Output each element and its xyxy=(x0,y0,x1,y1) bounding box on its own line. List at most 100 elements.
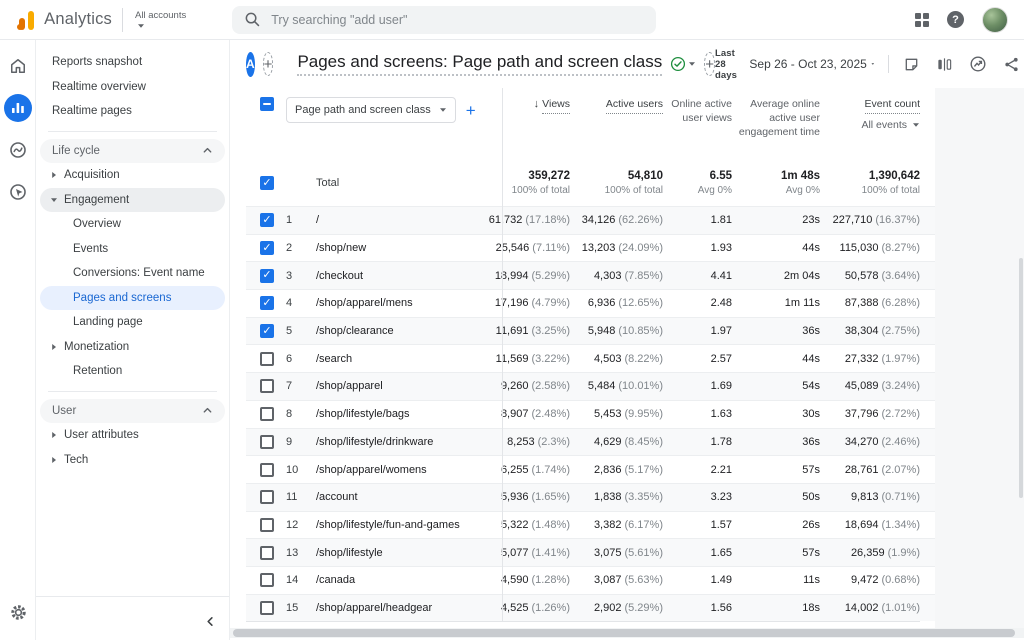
checkbox-cell xyxy=(246,595,286,622)
admin-settings-icon[interactable] xyxy=(4,598,32,626)
explore-icon[interactable] xyxy=(4,136,32,164)
row-checkbox[interactable]: ✓ xyxy=(260,269,274,283)
sidebar-item-engagement[interactable]: Engagement xyxy=(40,188,225,213)
metric-value: 1.97 xyxy=(711,325,732,337)
sidebar-item-user-attributes[interactable]: User attributes xyxy=(40,423,225,448)
sidebar-item-tech[interactable]: Tech xyxy=(40,448,225,473)
online-views-cell: 1.57 xyxy=(663,512,732,539)
add-comparison-button[interactable]: + xyxy=(263,52,274,76)
sidebar-section-user[interactable]: User xyxy=(40,399,225,424)
home-icon[interactable] xyxy=(4,52,32,80)
row-checkbox[interactable] xyxy=(260,573,274,587)
dimension-selector[interactable]: Page path and screen class xyxy=(286,97,456,123)
total-row-checkbox[interactable]: ✓ xyxy=(260,176,274,190)
metric-value: 6,936 xyxy=(588,297,616,309)
metric-value: 3.23 xyxy=(711,491,732,503)
row-checkbox[interactable] xyxy=(260,407,274,421)
user-avatar[interactable] xyxy=(982,7,1008,33)
row-checkbox[interactable] xyxy=(260,518,274,532)
sidebar-item-retention[interactable]: Retention xyxy=(40,359,225,384)
row-checkbox[interactable] xyxy=(260,546,274,560)
google-apps-grid-icon[interactable] xyxy=(915,13,929,27)
select-all-checkbox[interactable] xyxy=(260,97,274,111)
collapse-section-icon[interactable] xyxy=(202,405,213,416)
collapse-section-icon[interactable] xyxy=(202,145,213,156)
insights-icon[interactable] xyxy=(969,55,987,73)
edit-comparisons-icon[interactable] xyxy=(936,56,953,73)
property-avatar[interactable]: A xyxy=(246,52,255,77)
metric-percent: (3.25%) xyxy=(531,325,570,337)
sidebar-item-overview[interactable]: Overview xyxy=(40,212,225,237)
metric-value: 9,813 xyxy=(851,491,879,503)
collapsed-arrow-icon[interactable] xyxy=(46,343,62,351)
metric-percent: (3.22%) xyxy=(531,353,570,365)
row-checkbox[interactable] xyxy=(260,435,274,449)
page-path-cell: /canada xyxy=(316,567,486,594)
sidebar-item-pages-and-screens[interactable]: Pages and screens xyxy=(40,286,225,311)
metric-value: 227,710 xyxy=(833,214,873,226)
sidebar-item-monetization[interactable]: Monetization xyxy=(40,335,225,360)
sidebar-item-label: Life cycle xyxy=(52,145,100,157)
collapsed-arrow-icon[interactable] xyxy=(46,171,62,179)
engagement-time-cell: 1m 11s xyxy=(732,290,820,317)
active-users-cell: 4,303(7.85%) xyxy=(570,262,663,289)
table-row: ✓4/shop/apparel/mens17,196(4.79%)6,936(1… xyxy=(246,289,935,317)
sidebar-item-reports-snapshot[interactable]: Reports snapshot xyxy=(40,50,225,75)
share-icon[interactable] xyxy=(1003,56,1020,73)
metric-value: 3,382 xyxy=(594,519,622,531)
add-note-icon[interactable] xyxy=(903,56,920,73)
sidebar-item-conversions-event-name[interactable]: Conversions: Event name xyxy=(40,261,225,286)
sidebar-item-realtime-pages[interactable]: Realtime pages xyxy=(40,99,225,124)
add-report-button[interactable]: + xyxy=(704,52,715,76)
row-checkbox[interactable] xyxy=(260,601,274,615)
horizontal-scrollbar[interactable] xyxy=(230,628,1024,638)
row-checkbox[interactable]: ✓ xyxy=(260,296,274,310)
vertical-scrollbar-thumb[interactable] xyxy=(1019,258,1023,498)
column-header-views[interactable]: ↓ Views xyxy=(486,97,570,114)
report-title[interactable]: Pages and screens: Page path and screen … xyxy=(297,52,662,76)
metric-value: 11s xyxy=(803,574,820,586)
metric-value: 36s xyxy=(802,325,820,337)
engagement-time-cell: 26s xyxy=(732,512,820,539)
row-checkbox[interactable]: ✓ xyxy=(260,213,274,227)
page-path-cell: /shop/clearance xyxy=(316,318,486,345)
report-status-dropdown[interactable] xyxy=(670,56,696,72)
sidebar-item-label: Retention xyxy=(73,365,122,377)
column-separator xyxy=(502,88,503,621)
reports-icon[interactable] xyxy=(4,94,32,122)
help-icon[interactable]: ? xyxy=(947,11,964,28)
add-dimension-button[interactable]: + xyxy=(466,102,476,119)
search-input[interactable]: Try searching "add user" xyxy=(232,6,656,34)
collapsed-arrow-icon[interactable] xyxy=(46,431,62,439)
row-checkbox[interactable]: ✓ xyxy=(260,241,274,255)
column-header-active-users[interactable]: Active users xyxy=(570,97,663,114)
event-filter-dropdown[interactable]: All events xyxy=(861,118,920,132)
row-checkbox[interactable] xyxy=(260,352,274,366)
advertising-icon[interactable] xyxy=(4,178,32,206)
collapsed-arrow-icon[interactable] xyxy=(46,456,62,464)
top-app-bar: Analytics All accounts Try searching "ad… xyxy=(0,0,1024,40)
sidebar-item-landing-page[interactable]: Landing page xyxy=(40,310,225,335)
metric-percent: (3.64%) xyxy=(881,270,920,282)
analytics-home-link[interactable]: Analytics xyxy=(0,10,112,30)
metric-value: 5,077 xyxy=(501,547,529,559)
account-switcher[interactable]: All accounts xyxy=(135,10,186,28)
row-checkbox[interactable] xyxy=(260,379,274,393)
date-range-picker[interactable]: Sep 26 - Oct 23, 2025 xyxy=(749,57,866,71)
row-checkbox[interactable] xyxy=(260,463,274,477)
sidebar-item-acquisition[interactable]: Acquisition xyxy=(40,163,225,188)
green-check-icon xyxy=(670,56,686,72)
collapse-sidebar-icon[interactable] xyxy=(204,615,217,628)
sidebar-item-events[interactable]: Events xyxy=(40,237,225,262)
row-checkbox[interactable]: ✓ xyxy=(260,324,274,338)
sidebar-item-realtime-overview[interactable]: Realtime overview xyxy=(40,75,225,100)
expanded-arrow-icon[interactable] xyxy=(46,196,62,204)
column-header-online-active-user-views[interactable]: Online active user views xyxy=(663,97,732,125)
page-path-cell: /shop/lifestyle/bags xyxy=(316,401,486,428)
sidebar-section-life-cycle[interactable]: Life cycle xyxy=(40,139,225,164)
metric-percent: (1.97%) xyxy=(881,353,920,365)
column-header-event-count[interactable]: Event count All events xyxy=(820,97,920,132)
column-header-avg-engagement-time[interactable]: Average online active user engagement ti… xyxy=(732,97,820,140)
row-checkbox[interactable] xyxy=(260,490,274,504)
horizontal-scrollbar-thumb[interactable] xyxy=(233,629,1015,637)
